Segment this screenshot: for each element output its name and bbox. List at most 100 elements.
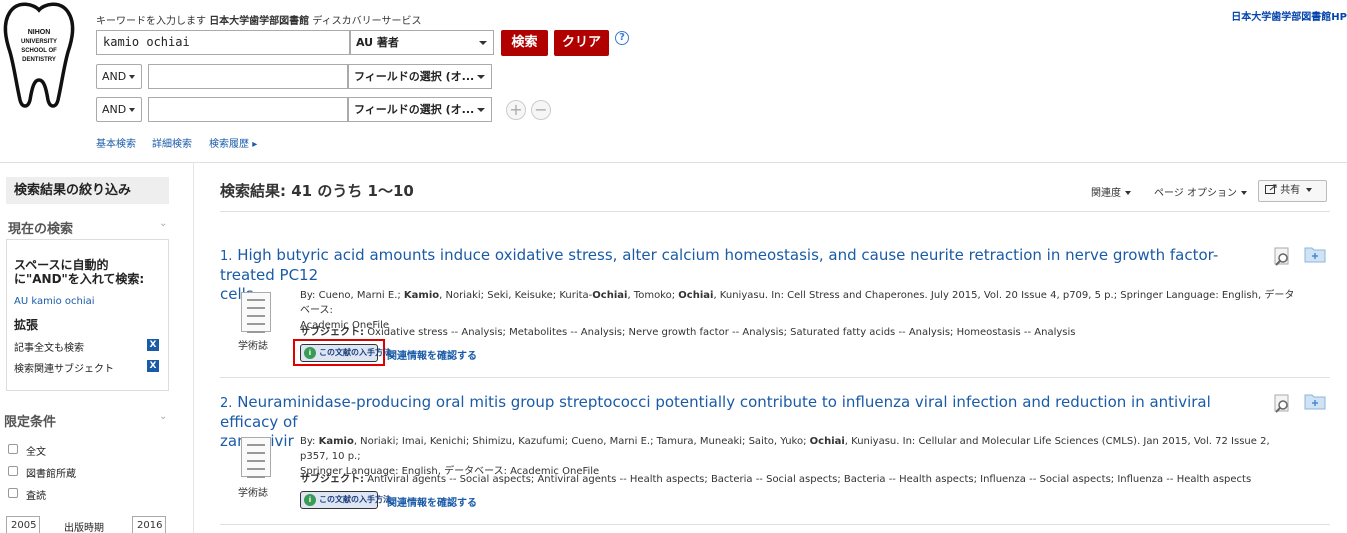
author-bold-1a[interactable]: Kamio xyxy=(404,290,439,301)
bool-operator-select-2[interactable]: AND xyxy=(96,64,142,89)
subject-list-2: Antiviral agents -- Social aspects; Anti… xyxy=(367,474,1252,485)
caret-down-icon xyxy=(479,41,487,45)
related-info-link-1[interactable]: 関連情報を確認する xyxy=(387,347,477,362)
hint-library: 日本大学歯学部図書館 xyxy=(209,16,310,27)
subjects-1: サブジェクト: Oxidative stress -- Analysis; Me… xyxy=(300,323,1075,338)
search-history-link[interactable]: 検索履歴 ▸ xyxy=(209,135,257,150)
fulltext-finder-icon: i xyxy=(304,494,316,506)
authors-1c: , Tomoko; xyxy=(627,290,679,301)
folder-add-icon[interactable] xyxy=(1304,392,1326,410)
search-input-3[interactable] xyxy=(148,97,348,122)
authors-2a: , Noriaki; Imai, Kenichi; Shimizu, Kazuf… xyxy=(353,436,810,447)
results-count-title: 検索結果: 41 のうち 1～10 xyxy=(220,182,414,200)
basic-search-link[interactable]: 基本検索 xyxy=(96,135,136,150)
folder-add-icon[interactable] xyxy=(1304,245,1326,263)
related-info-link-2[interactable]: 関連情報を確認する xyxy=(387,494,477,509)
field-select-1[interactable]: AU 著者 xyxy=(350,30,494,55)
share-button[interactable]: 共有 xyxy=(1258,180,1327,202)
field-select-2[interactable]: フィールドの選択 (オ... xyxy=(348,64,492,89)
hint-prefix: キーワードを入力します xyxy=(96,16,206,27)
magnifier-icon[interactable] xyxy=(1273,247,1293,267)
subject-label-1: サブジェクト: xyxy=(300,327,364,338)
caret-down-icon xyxy=(477,108,485,112)
logo-line-4: DENTISTRY xyxy=(22,57,56,63)
author-bold-2b[interactable]: Ochiai xyxy=(810,436,845,447)
subjects-2: サブジェクト: Antiviral agents -- Social aspec… xyxy=(300,470,1251,485)
current-search-heading: スペースに自動的に"AND"を入れて検索: xyxy=(14,258,145,286)
expander-fulltext: 記事全文も検索 xyxy=(14,343,84,354)
date-from-input[interactable]: 2005 xyxy=(6,516,40,533)
search-input[interactable]: kamio ochiai xyxy=(96,30,350,55)
caret-down-icon xyxy=(129,108,135,112)
document-icon xyxy=(241,292,271,333)
author-bold-1c[interactable]: Ochiai xyxy=(678,290,713,301)
caret-down-icon xyxy=(477,75,485,79)
advanced-search-link[interactable]: 詳細検索 xyxy=(152,135,192,150)
page-options-label: ページ オプション xyxy=(1154,188,1237,199)
limiters-title[interactable]: 限定条件 xyxy=(4,411,56,430)
refine-results-title: 検索結果の絞り込み xyxy=(6,177,169,204)
expanders-title: 拡張 xyxy=(14,318,39,332)
help-icon[interactable]: ? xyxy=(615,31,629,45)
caret-right-icon: ▸ xyxy=(252,139,258,150)
field-select-1-value: AU 著者 xyxy=(356,36,399,49)
chevron-down-icon[interactable]: ⌄ xyxy=(159,411,167,422)
bool-operator-select-3[interactable]: AND xyxy=(96,97,142,122)
result-divider xyxy=(220,377,1330,378)
limiter-peer-reviewed[interactable]: 査読 xyxy=(26,487,46,502)
fulltext-finder-label-1: この文献の入手方法 xyxy=(319,348,391,357)
plus-icon[interactable]: + xyxy=(506,100,526,120)
by-label-2: By: xyxy=(300,436,316,447)
fulltext-finder-button-2[interactable]: i この文献の入手方法 xyxy=(300,491,391,509)
field-select-2-value: フィールドの選択 (オ... xyxy=(354,70,475,83)
expander-related-subjects: 検索関連サブジェクト xyxy=(14,364,114,375)
authors-1b: , Noriaki; Seki, Keisuke; Kurita- xyxy=(439,290,593,301)
page-options-select[interactable]: ページ オプション xyxy=(1154,184,1247,199)
close-x-icon[interactable]: X xyxy=(147,339,159,351)
library-homepage-link[interactable]: 日本大学歯学部図書館HP xyxy=(1231,8,1347,23)
magnifier-icon[interactable] xyxy=(1273,394,1293,414)
search-input-2[interactable] xyxy=(148,64,348,89)
sort-label: 関連度 xyxy=(1091,188,1121,199)
by-label-1: By: xyxy=(300,290,316,301)
caret-down-icon xyxy=(1240,191,1247,195)
caret-down-icon xyxy=(1306,188,1313,192)
subject-label-2: サブジェクト: xyxy=(300,474,364,485)
close-x-icon[interactable]: X xyxy=(147,360,159,372)
field-select-3[interactable]: フィールドの選択 (オ... xyxy=(348,97,492,122)
checkbox-icon[interactable] xyxy=(8,466,18,476)
checkbox-icon[interactable] xyxy=(8,444,18,454)
search-hint: キーワードを入力します 日本大学歯学部図書館 ディスカバリーサービス xyxy=(96,12,421,27)
limiter-fulltext[interactable]: 全文 xyxy=(26,443,46,458)
bool-operator-3-value: AND xyxy=(102,103,127,116)
search-button[interactable]: 検索 xyxy=(501,30,548,56)
author-bold-1b[interactable]: Ochiai xyxy=(592,290,627,301)
limiter-library-holdings[interactable]: 図書館所蔵 xyxy=(26,465,76,480)
checkbox-icon[interactable] xyxy=(8,488,18,498)
header-divider xyxy=(0,162,1347,163)
share-icon xyxy=(1265,184,1277,194)
sidebar-divider xyxy=(193,163,194,533)
result-divider xyxy=(220,524,1330,525)
results-divider xyxy=(220,211,1330,212)
chevron-down-icon[interactable]: ⌄ xyxy=(159,218,167,229)
date-to-input[interactable]: 2016 xyxy=(132,516,166,533)
logo-line-1: NIHON xyxy=(28,29,51,36)
fulltext-finder-button-1[interactable]: i この文献の入手方法 xyxy=(300,344,391,362)
field-select-3-value: フィールドの選択 (オ... xyxy=(354,103,475,116)
fulltext-finder-label-2: この文献の入手方法 xyxy=(319,495,391,504)
publication-type-2: 学術誌 xyxy=(238,488,268,499)
author-bold-2a[interactable]: Kamio xyxy=(319,436,354,447)
tooth-logo[interactable]: NIHON UNIVERSITY SCHOOL OF DENTISTRY xyxy=(0,0,78,112)
bool-operator-2-value: AND xyxy=(102,70,127,83)
subject-list-1: Oxidative stress -- Analysis; Metabolite… xyxy=(367,327,1076,338)
minus-icon[interactable]: − xyxy=(531,100,551,120)
clear-button[interactable]: クリア xyxy=(554,30,609,56)
current-search-term[interactable]: AU kamio ochiai xyxy=(14,296,95,307)
caret-down-icon xyxy=(129,75,135,79)
fulltext-finder-icon: i xyxy=(304,347,316,359)
current-search-title[interactable]: 現在の検索 xyxy=(8,218,73,237)
authors-1a: Cueno, Marni E.; xyxy=(315,290,404,301)
result-number-2: 2. xyxy=(220,396,233,411)
sort-select[interactable]: 関連度 xyxy=(1091,184,1131,199)
